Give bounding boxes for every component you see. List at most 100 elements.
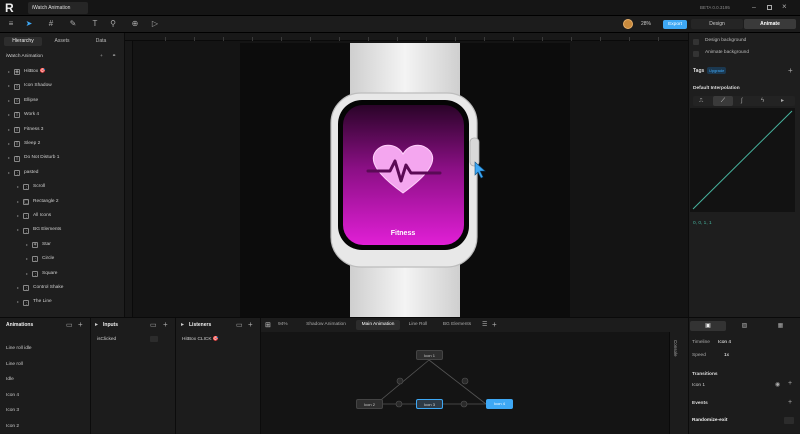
tree-row[interactable]: ▸ ⋮ pasted (0, 166, 124, 180)
add-input-icon[interactable]: + (163, 320, 168, 329)
tab-list-icon[interactable]: ☰ (482, 321, 487, 328)
maximize-icon[interactable] (767, 5, 772, 10)
event-toggle[interactable] (784, 417, 794, 424)
add-transition-icon[interactable]: + (788, 380, 792, 387)
expand-icon[interactable]: ▸ (8, 166, 12, 180)
state-machine-zoom[interactable]: 94% (278, 322, 288, 327)
tree-row[interactable]: ▸ ◈ HitBox 🎯 (0, 65, 124, 79)
elastic-curve-icon[interactable]: ϟ (761, 96, 764, 106)
expand-icon[interactable]: ▸ (17, 209, 21, 223)
console-sidebar[interactable]: Console (669, 332, 688, 434)
curve-values[interactable]: 0, 0, 1, 1 (693, 221, 712, 226)
expand-icon[interactable]: ▸ (17, 180, 21, 194)
document-tab[interactable]: iWatch Animation (28, 2, 88, 14)
tree-row[interactable]: ▸ ⋮ Circle (0, 252, 124, 266)
state-node-icon-3[interactable]: Icon 3 (416, 399, 443, 409)
tab-state-icon[interactable]: ▣ (690, 321, 726, 331)
hold-curve-icon[interactable]: ⎍ (699, 96, 703, 106)
pen-tool-icon[interactable]: ✎ (68, 19, 78, 29)
transition-item[interactable]: Icon 1 (692, 383, 705, 388)
frame-tool-icon[interactable]: # (46, 19, 56, 29)
tree-row[interactable]: ▸ ⋮ All Icons (0, 209, 124, 223)
custom-curve-icon[interactable]: ▸ (781, 96, 784, 106)
tab-state-machine[interactable]: Main Animation (356, 320, 400, 330)
menu-icon[interactable]: ≡ (6, 19, 16, 29)
expand-icon[interactable]: ▸ (8, 65, 12, 79)
tab-image-icon[interactable]: ▨ (727, 321, 762, 331)
add-tag-icon[interactable]: + (788, 66, 793, 75)
tree-row[interactable]: ▸ T Work 4 (0, 108, 124, 122)
state-node-icon-1[interactable]: Icon 1 (416, 350, 443, 360)
expand-icon[interactable]: ▸ (8, 151, 12, 165)
add-event-icon[interactable]: + (788, 399, 792, 406)
timeline-value[interactable]: Icon 4 (718, 340, 731, 345)
add-icon[interactable]: + (100, 50, 103, 64)
expand-icon[interactable]: ▸ (8, 137, 12, 151)
input-item[interactable]: isClicked (97, 337, 116, 342)
linear-curve-icon[interactable]: ⟋ (713, 96, 733, 106)
expand-icon[interactable]: ▸ (8, 94, 12, 108)
layout-icon[interactable]: ⊞ (265, 321, 271, 329)
design-tab[interactable]: Design (691, 19, 743, 29)
expand-icon[interactable]: ▸ (26, 238, 30, 252)
user-avatar[interactable] (623, 19, 633, 29)
zoom-level[interactable]: 28% (641, 16, 651, 33)
watch-illustration[interactable]: Fitness (240, 43, 570, 317)
bone-tool-icon[interactable]: ⚲ (108, 19, 118, 29)
tree-row[interactable]: ▸ ⋮ BG Elements (0, 223, 124, 237)
artboard[interactable]: Fitness (240, 43, 570, 317)
animation-item[interactable]: Icon 3 (6, 408, 19, 413)
curve-graph[interactable] (690, 108, 795, 212)
state-node-icon-4[interactable]: Icon 4 (486, 399, 513, 409)
animate-background-checkbox[interactable] (693, 51, 699, 57)
folder-icon[interactable]: ▭ (150, 321, 157, 329)
tree-row[interactable]: ▸ ⋮ Scroll (0, 180, 124, 194)
animation-item[interactable]: Line roll idle (6, 346, 32, 351)
expand-icon[interactable]: ▸ (26, 267, 30, 281)
expand-icon[interactable]: ▸ (8, 108, 12, 122)
animate-tab[interactable]: Animate (744, 19, 796, 29)
expand-icon[interactable]: ▸ (8, 123, 12, 137)
tree-row[interactable]: ▸ ⋮ The Line (0, 295, 124, 309)
link-icon[interactable]: ⚭ (112, 50, 116, 64)
event-item[interactable]: Randomize-exit (692, 418, 727, 423)
tree-row[interactable]: ▸ ⋮ Square (0, 267, 124, 281)
artboard-row[interactable]: iWatch Animation + ⚭ (0, 50, 124, 64)
animation-item[interactable]: Icon 4 (6, 393, 19, 398)
design-background-checkbox[interactable] (693, 39, 699, 45)
cubic-curve-icon[interactable]: ∫ (741, 96, 743, 106)
folder-icon[interactable]: ▭ (66, 321, 73, 329)
state-node-icon-2[interactable]: Icon 2 (356, 399, 383, 409)
minimize-icon[interactable]: – (752, 3, 760, 13)
expand-icon[interactable]: ▸ (17, 295, 21, 309)
folder-icon[interactable]: ▭ (236, 321, 243, 329)
app-logo[interactable]: R (5, 1, 14, 15)
add-icon[interactable]: ⊕ (130, 19, 140, 29)
tree-row[interactable]: ▸ T Sleep 2 (0, 137, 124, 151)
listener-item[interactable]: HitBox CLICK 🎯 (182, 337, 219, 342)
tab-assets[interactable]: Assets (42, 37, 82, 46)
tree-row[interactable]: ▸ T Fitness 3 (0, 123, 124, 137)
expand-icon[interactable]: ▸ (17, 195, 21, 209)
tab-data[interactable]: Data (82, 37, 120, 46)
animation-item[interactable]: Icon 2 (6, 424, 19, 429)
add-tab-icon[interactable]: + (492, 320, 497, 329)
upgrade-badge[interactable]: Upgrade (707, 67, 727, 74)
speed-value[interactable]: 1x (724, 353, 729, 358)
tab-state-machine[interactable]: BG Elements (437, 320, 477, 330)
tree-row[interactable]: ▸ ▢ Rectangle 2 (0, 195, 124, 209)
tree-row[interactable]: ▸ ✶ Star (0, 238, 124, 252)
animation-item[interactable]: Idle (6, 377, 14, 382)
expand-icon[interactable]: ▸ (8, 79, 12, 93)
tab-state-machine[interactable]: Line Roll (404, 320, 432, 330)
tree-row[interactable]: ▸ ⋮ Control Shake (0, 281, 124, 295)
close-icon[interactable]: × (782, 2, 790, 12)
play-icon[interactable]: ▷ (150, 19, 160, 29)
add-animation-icon[interactable]: + (78, 320, 83, 329)
export-button[interactable]: Export (663, 20, 687, 29)
expand-icon[interactable]: ▸ (26, 252, 30, 266)
tree-row[interactable]: ▸ T Do Not Disturb 1 (0, 151, 124, 165)
tree-row[interactable]: ▸ ○ Ellipse (0, 94, 124, 108)
tree-row[interactable]: ▸ ○ Icon Shadow (0, 79, 124, 93)
text-tool-icon[interactable]: T (90, 19, 100, 29)
